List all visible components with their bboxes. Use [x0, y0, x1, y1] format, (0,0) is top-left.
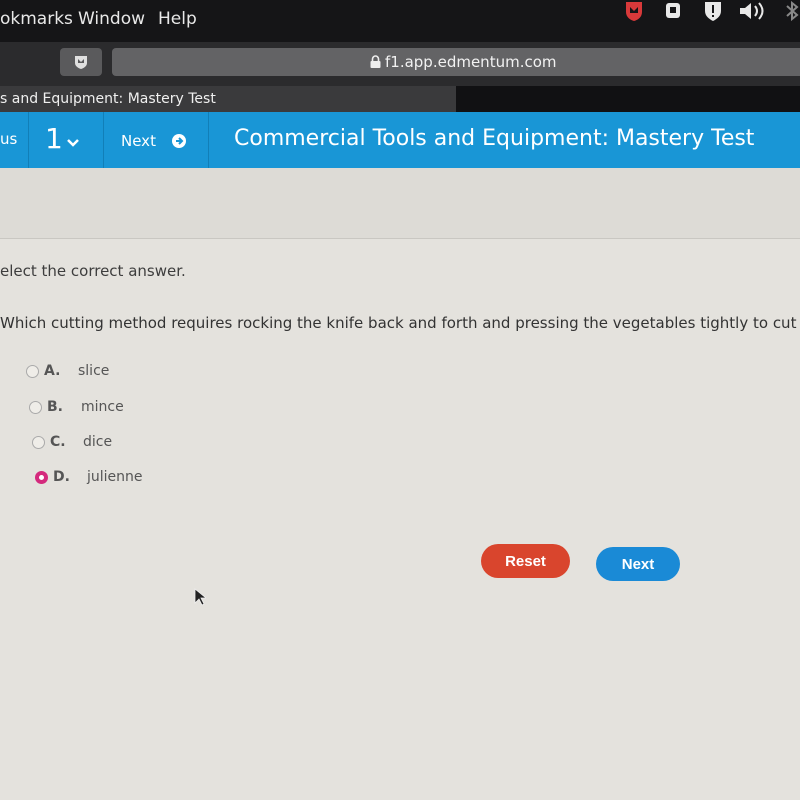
previous-button[interactable]: us — [0, 112, 29, 168]
instruction-text: elect the correct answer. — [0, 262, 186, 280]
url-text: f1.app.edmentum.com — [385, 53, 557, 71]
option-c[interactable]: C. dice — [32, 434, 152, 454]
header-next-button[interactable]: Next — [104, 112, 209, 168]
radio-c[interactable] — [32, 436, 45, 449]
header-next-label: Next — [121, 132, 156, 150]
security-shield-icon[interactable] — [702, 0, 724, 22]
next-button[interactable]: Next — [596, 547, 680, 581]
option-text: mince — [81, 399, 124, 415]
radio-a[interactable] — [26, 365, 39, 378]
option-text: dice — [83, 434, 113, 450]
browser-toolbar: f1.app.edmentum.com — [0, 42, 800, 86]
option-letter: B. — [47, 399, 63, 415]
option-text: slice — [78, 363, 110, 379]
option-text: julienne — [87, 469, 143, 485]
lock-icon — [370, 55, 381, 68]
question-number: 1 — [45, 122, 63, 155]
option-b[interactable]: B. mince — [29, 399, 149, 419]
shield-extension-icon[interactable] — [623, 0, 645, 22]
active-tab[interactable]: s and Equipment: Mastery Test — [0, 86, 456, 112]
menu-window[interactable]: Window — [78, 9, 145, 29]
menu-bookmarks[interactable]: okmarks — [0, 9, 73, 29]
tab-title: s and Equipment: Mastery Test — [0, 91, 216, 107]
page-title: Commercial Tools and Equipment: Mastery … — [234, 126, 755, 151]
extension-button[interactable] — [60, 48, 102, 76]
chevron-down-icon — [67, 139, 79, 147]
address-bar[interactable]: f1.app.edmentum.com — [112, 48, 800, 76]
shield-icon — [75, 56, 87, 69]
test-header: us 1 Next Commercial Tools and Equipment… — [0, 112, 800, 168]
arrow-circle-right-icon — [172, 134, 186, 148]
question-selector[interactable]: 1 — [29, 112, 104, 168]
question-content: elect the correct answer. Which cutting … — [0, 168, 800, 800]
question-prompt: Which cutting method requires rocking th… — [0, 314, 800, 332]
menu-help[interactable]: Help — [158, 9, 197, 29]
sub-toolbar — [0, 168, 800, 239]
radio-b[interactable] — [29, 401, 42, 414]
volume-icon[interactable] — [738, 0, 768, 22]
app-status-icon[interactable] — [662, 0, 684, 22]
mouse-cursor-icon — [194, 588, 206, 606]
option-letter: A. — [44, 363, 61, 379]
bluetooth-icon[interactable] — [782, 0, 800, 22]
option-letter: C. — [50, 434, 66, 450]
previous-label: us — [0, 130, 18, 148]
reset-button[interactable]: Reset — [481, 544, 570, 578]
option-d[interactable]: D. julienne — [35, 469, 165, 489]
menubar: okmarks Window Help — [0, 0, 800, 42]
option-a[interactable]: A. slice — [26, 363, 146, 383]
option-letter: D. — [53, 469, 70, 485]
tab-bar: s and Equipment: Mastery Test — [0, 86, 800, 112]
radio-d-selected[interactable] — [35, 471, 48, 484]
